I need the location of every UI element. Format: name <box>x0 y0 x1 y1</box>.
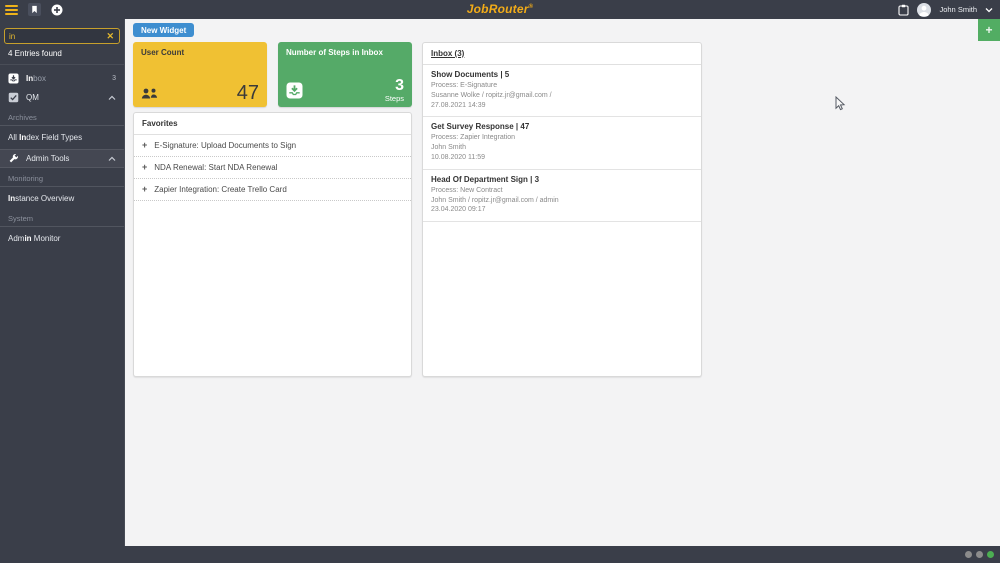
favorite-label: Zapier Integration: Create Trello Card <box>154 185 287 194</box>
search-results-count: 4 Entries found <box>0 44 124 65</box>
top-bar: JobRouter® John Smith <box>0 0 1000 19</box>
widget-title: User Count <box>141 48 185 57</box>
dashboard-page-dots <box>965 551 994 558</box>
entry-date: 23.04.2020 09:17 <box>431 206 486 214</box>
widget-inbox: Inbox (3) Show Documents | 5 Process: E-… <box>422 42 702 377</box>
checkbox-icon <box>8 92 19 103</box>
favorite-label: E-Signature: Upload Documents to Sign <box>154 141 297 150</box>
plus-icon: + <box>142 162 148 172</box>
plus-icon: + <box>142 184 148 194</box>
wrench-icon <box>9 154 18 163</box>
widget-favorites: Favorites + E-Signature: Upload Document… <box>133 112 412 377</box>
user-count-value: 47 <box>236 82 259 104</box>
chevron-up-icon <box>108 95 116 100</box>
entry-user: John Smith / ropitz.jr@gmail.com / admin <box>431 196 559 204</box>
favorite-item[interactable]: + NDA Renewal: Start NDA Renewal <box>134 157 411 179</box>
avatar[interactable] <box>917 2 932 17</box>
plus-icon: + <box>142 140 148 150</box>
favorites-title: Favorites <box>134 113 411 135</box>
sidebar: ✕ 4 Entries found Inbox 3 QM Archives Al… <box>0 19 125 546</box>
entry-date: 10.08.2020 11:59 <box>431 153 485 161</box>
inbox-title-link[interactable]: Inbox (3) <box>423 43 701 65</box>
entry-user: John Smith <box>431 144 467 152</box>
sidebar-item-admin-monitor[interactable]: Admin Monitor <box>0 229 124 248</box>
sidebar-item-admin-tools[interactable]: Admin Tools <box>0 149 124 168</box>
steps-unit: Steps <box>384 94 404 103</box>
menu-icon[interactable] <box>5 4 18 15</box>
inbox-icon <box>8 73 19 84</box>
entry-process: Process: New Contract <box>431 186 503 194</box>
sidebar-item-inbox[interactable]: Inbox 3 <box>0 69 124 88</box>
clear-search-icon[interactable]: ✕ <box>104 31 119 41</box>
entry-date: 27.08.2021 14:39 <box>431 101 486 109</box>
page-dot[interactable] <box>976 551 983 558</box>
favorite-label: NDA Renewal: Start NDA Renewal <box>154 163 278 172</box>
search-input[interactable] <box>5 31 105 41</box>
inbox-entry[interactable]: Get Survey Response | 47 Process: Zapier… <box>423 117 701 170</box>
widget-user-count[interactable]: User Count 47 <box>133 42 267 107</box>
entry-title: Head Of Department Sign | 3 <box>431 174 540 184</box>
entry-process: Process: Zapier Integration <box>431 134 516 142</box>
sidebar-section-archives: Archives <box>0 107 124 126</box>
entry-title: Show Documents | 5 <box>431 70 510 79</box>
add-circle-icon[interactable] <box>51 4 63 16</box>
footer-bar <box>0 546 1000 563</box>
entry-title: Get Survey Response | 47 <box>431 122 530 132</box>
app-logo: JobRouter® <box>466 2 534 16</box>
sidebar-item-all-index-field-types[interactable]: All Index Field Types <box>0 128 124 147</box>
chevron-down-icon[interactable] <box>985 7 993 13</box>
favorite-item[interactable]: + Zapier Integration: Create Trello Card <box>134 179 411 201</box>
widget-steps-in-inbox[interactable]: Number of Steps in Inbox 3 Steps <box>278 42 412 107</box>
bookmark-icon[interactable] <box>28 3 41 16</box>
inbox-count-badge: 3 <box>112 75 116 82</box>
calendar-icon[interactable] <box>898 4 910 16</box>
new-widget-button[interactable]: New Widget <box>133 23 195 37</box>
steps-value: 3 <box>395 77 404 94</box>
sidebar-section-monitoring: Monitoring <box>0 168 124 187</box>
dashboard-content: New Widget + User Count 47 Number of Ste… <box>125 19 1000 546</box>
entry-process: Process: E-Signature <box>431 82 498 89</box>
page-dot-active[interactable] <box>987 551 994 558</box>
page-dot[interactable] <box>965 551 972 558</box>
entry-user: Susanne Wolke / ropitz.jr@gmail.com / <box>431 91 552 99</box>
sidebar-item-instance-overview[interactable]: Instance Overview <box>0 189 124 208</box>
user-name[interactable]: John Smith <box>939 5 977 14</box>
inbox-icon <box>286 82 303 99</box>
users-icon <box>141 88 158 99</box>
sidebar-section-system: System <box>0 208 124 227</box>
sidebar-search: ✕ <box>4 28 120 44</box>
add-widget-button[interactable]: + <box>978 19 1000 41</box>
chevron-up-icon <box>108 156 116 161</box>
widget-title: Number of Steps in Inbox <box>286 48 383 57</box>
inbox-entry[interactable]: Show Documents | 5 Process: E-Signature … <box>423 65 701 118</box>
favorite-item[interactable]: + E-Signature: Upload Documents to Sign <box>134 135 411 157</box>
sidebar-item-qm[interactable]: QM <box>0 88 124 107</box>
inbox-entry[interactable]: Head Of Department Sign | 3 Process: New… <box>423 170 701 223</box>
